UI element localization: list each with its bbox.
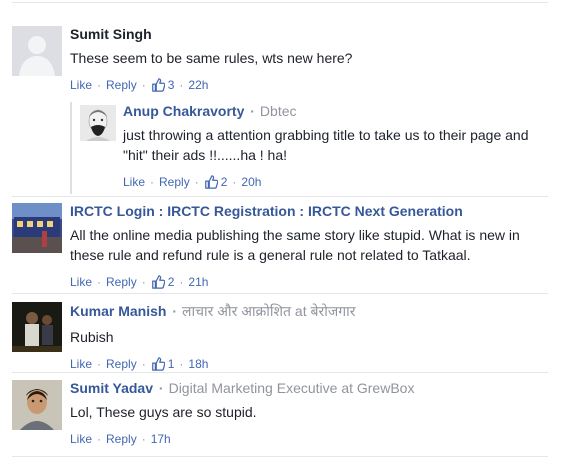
like-count[interactable]: 1 xyxy=(151,357,174,371)
like-count[interactable]: 3 xyxy=(151,78,174,92)
avatar[interactable] xyxy=(80,105,116,141)
author-link[interactable]: Anup Chakravorty xyxy=(123,103,244,119)
like-count[interactable]: 2 xyxy=(151,275,174,289)
author-link[interactable]: Kumar Manish xyxy=(70,303,166,319)
timestamp[interactable]: 20h xyxy=(241,175,261,189)
author-subtitle: Dbtec xyxy=(259,103,297,119)
comment-text: Lol, These guys are so stupid. xyxy=(70,404,257,420)
divider xyxy=(12,372,548,373)
reply-link[interactable]: Reply xyxy=(106,275,137,289)
timestamp[interactable]: 17h xyxy=(151,432,171,446)
author-name: Kumar Manish · लाचार और आक्रोशित at बेरोज… xyxy=(70,303,356,319)
comment-text: These seem to be same rules, wts new her… xyxy=(70,50,353,66)
timestamp[interactable]: 21h xyxy=(188,275,208,289)
timestamp[interactable]: 18h xyxy=(188,357,208,371)
bottom-divider xyxy=(12,456,548,457)
author-name[interactable]: Sumit Singh xyxy=(70,26,540,42)
divider xyxy=(12,196,548,197)
reply-thread-line xyxy=(70,102,72,194)
comment-actions: Like · Reply · 1 · 18h xyxy=(70,357,209,371)
author-subtitle: Digital Marketing Executive at GrewBox xyxy=(168,380,415,396)
thumbs-up-icon xyxy=(151,275,165,289)
author-name: Sumit Yadav · Digital Marketing Executive… xyxy=(70,380,415,396)
like-link[interactable]: Like xyxy=(70,432,92,446)
like-link[interactable]: Like xyxy=(70,275,92,289)
comment-text: just throwing a attention grabbing title… xyxy=(123,127,529,163)
like-count[interactable]: 2 xyxy=(204,175,227,189)
reply-link[interactable]: Reply xyxy=(159,175,190,189)
like-link[interactable]: Like xyxy=(70,357,92,371)
avatar[interactable] xyxy=(12,203,62,253)
author-link[interactable]: Sumit Yadav xyxy=(70,380,153,396)
author-subtitle: लाचार और आक्रोशित at बेरोजगार xyxy=(182,303,356,319)
thumbs-up-icon xyxy=(151,78,165,92)
avatar[interactable] xyxy=(12,302,62,352)
avatar[interactable] xyxy=(12,26,62,76)
comment-actions: Like · Reply · 3 · 22h xyxy=(70,78,209,92)
avatar[interactable] xyxy=(12,380,62,430)
comment-text: All the online media publishing the same… xyxy=(70,227,520,263)
author-name: Anup Chakravorty · Dbtec xyxy=(123,103,297,119)
like-link[interactable]: Like xyxy=(70,78,92,92)
author-name[interactable]: IRCTC Login : IRCTC Registration : IRCTC… xyxy=(70,203,540,219)
reply-link[interactable]: Reply xyxy=(106,78,137,92)
reply-link[interactable]: Reply xyxy=(106,357,137,371)
comment-actions: Like · Reply · 2 · 20h xyxy=(123,175,262,189)
timestamp[interactable]: 22h xyxy=(188,78,208,92)
reply-link[interactable]: Reply xyxy=(106,432,137,446)
divider xyxy=(12,293,548,294)
thumbs-up-icon xyxy=(151,357,165,371)
like-link[interactable]: Like xyxy=(123,175,145,189)
comment-actions: Like · Reply · 17h xyxy=(70,432,171,446)
comment-actions: Like · Reply · 2 · 21h xyxy=(70,275,209,289)
top-divider xyxy=(12,2,548,3)
comment-text: Rubish xyxy=(70,329,114,345)
thumbs-up-icon xyxy=(204,175,218,189)
